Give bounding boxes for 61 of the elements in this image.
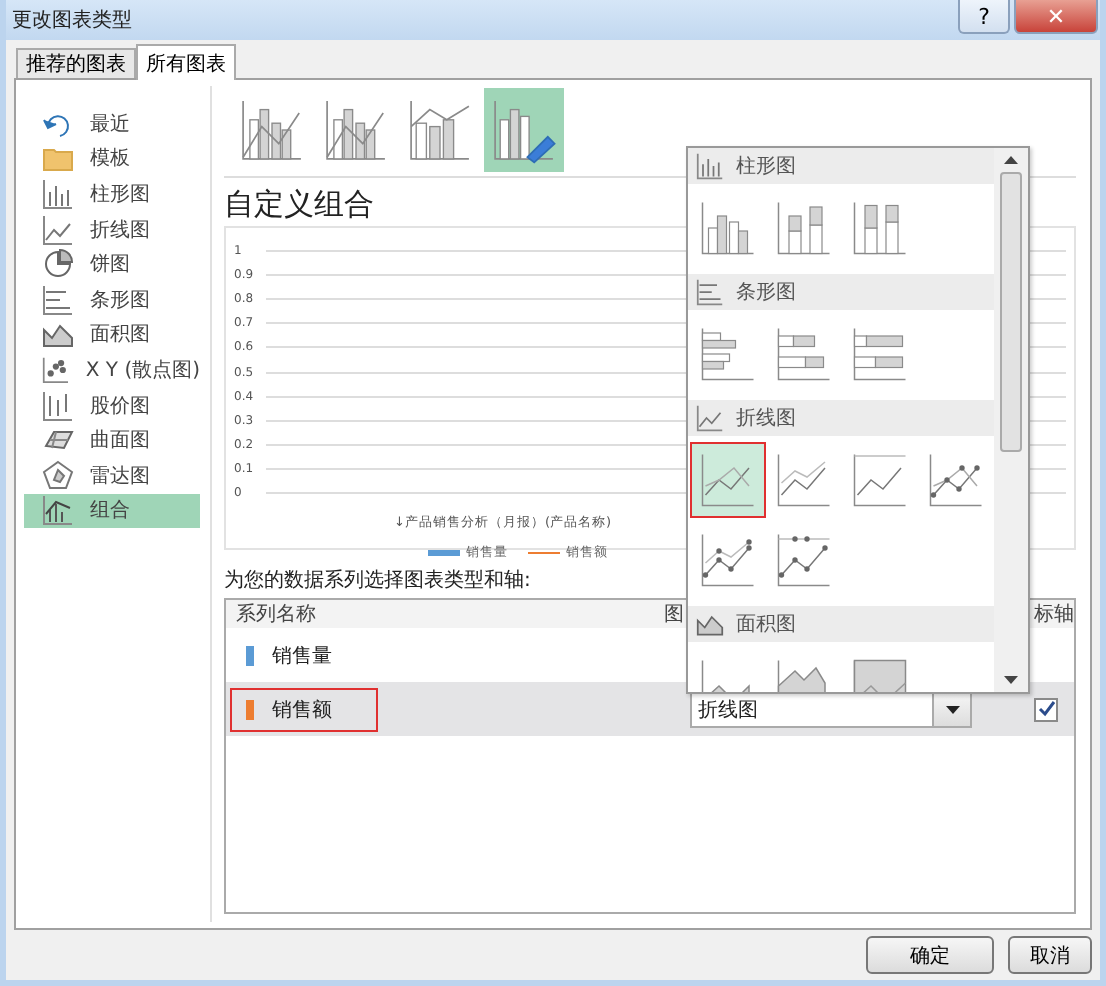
menu-section-label: 面积图 [736,612,796,638]
sidebar-item[interactable]: 最近 [24,106,200,142]
column-chart-icon [42,177,74,210]
sidebar-label: 股价图 [90,393,150,420]
window-title: 更改图表类型 [12,7,132,34]
chart-subtype-button[interactable] [484,88,564,172]
caret-icon [945,705,959,713]
column-chart-icon [696,152,724,180]
sidebar-item[interactable]: 面积图 [24,317,200,353]
scatter-chart-icon [42,353,70,386]
combo-chart-icon [42,494,74,527]
cancel-button[interactable]: 取消 [1008,936,1092,974]
area-chart-icon [696,610,724,638]
column-header: 标轴 [1034,601,1074,628]
sidebar-item[interactable]: 股价图 [24,387,200,423]
sidebar-label: 模板 [90,145,130,173]
sidebar-item[interactable]: 条形图 [24,281,200,318]
sidebar-label: 曲面图 [90,427,150,455]
tab[interactable]: 推荐的图表 [16,48,136,78]
sidebar-item[interactable]: 模板 [24,141,200,177]
sidebar-item[interactable]: 曲面图 [24,422,200,458]
combo-title: 自定义组合 [224,186,376,226]
sidebar-label: 条形图 [90,287,150,314]
scrollbar[interactable] [994,148,1028,692]
menu-section-label: 条形图 [736,280,796,306]
sidebar-item[interactable]: 组合 [24,493,200,529]
column-header: 系列名称 [234,601,318,628]
secondary-axis-checkbox[interactable] [1034,697,1058,721]
sidebar-item[interactable]: 折线图 [24,211,200,247]
series-name: 销售额 [272,697,332,723]
help-button[interactable]: ? [958,0,1010,34]
bar-chart-icon [42,283,74,316]
sidebar-item[interactable]: 雷达图 [24,457,200,494]
radar-chart-icon [42,459,74,492]
sidebar-label: 饼图 [90,252,130,279]
scroll-up-icon[interactable] [1004,156,1018,164]
sidebar-label: 柱形图 [90,181,150,208]
series-prompt: 为您的数据系列选择图表类型和轴: [224,567,533,594]
line-chart-icon [696,404,724,432]
series-name: 销售量 [272,643,332,669]
tab[interactable]: 所有图表 [136,44,236,80]
line-chart-option[interactable] [690,442,766,518]
sidebar-label: 最近 [90,111,130,138]
bar-chart-icon [696,278,724,306]
sidebar-label: 折线图 [90,217,150,244]
sidebar-item[interactable]: X Y (散点图) [24,352,200,388]
column-header: 图 [664,602,684,628]
menu-section-label: 柱形图 [736,153,796,180]
line-chart-icon [42,213,74,246]
sidebar-item[interactable]: 饼图 [24,246,200,282]
sidebar-label: 雷达图 [90,463,150,490]
scroll-thumb[interactable] [1000,172,1022,452]
sidebar-label: 组合 [90,498,130,525]
series-row[interactable]: 销售额 折线图 [226,682,1074,736]
stock-chart-icon [42,389,74,422]
menu-section-label: 折线图 [736,405,796,432]
pie-chart-icon [42,248,74,281]
sidebar-item[interactable]: 柱形图 [24,176,200,212]
sidebar-label: 面积图 [90,322,150,349]
ok-button[interactable]: 确定 [866,936,994,974]
sidebar-label: X Y (散点图) [85,357,200,384]
